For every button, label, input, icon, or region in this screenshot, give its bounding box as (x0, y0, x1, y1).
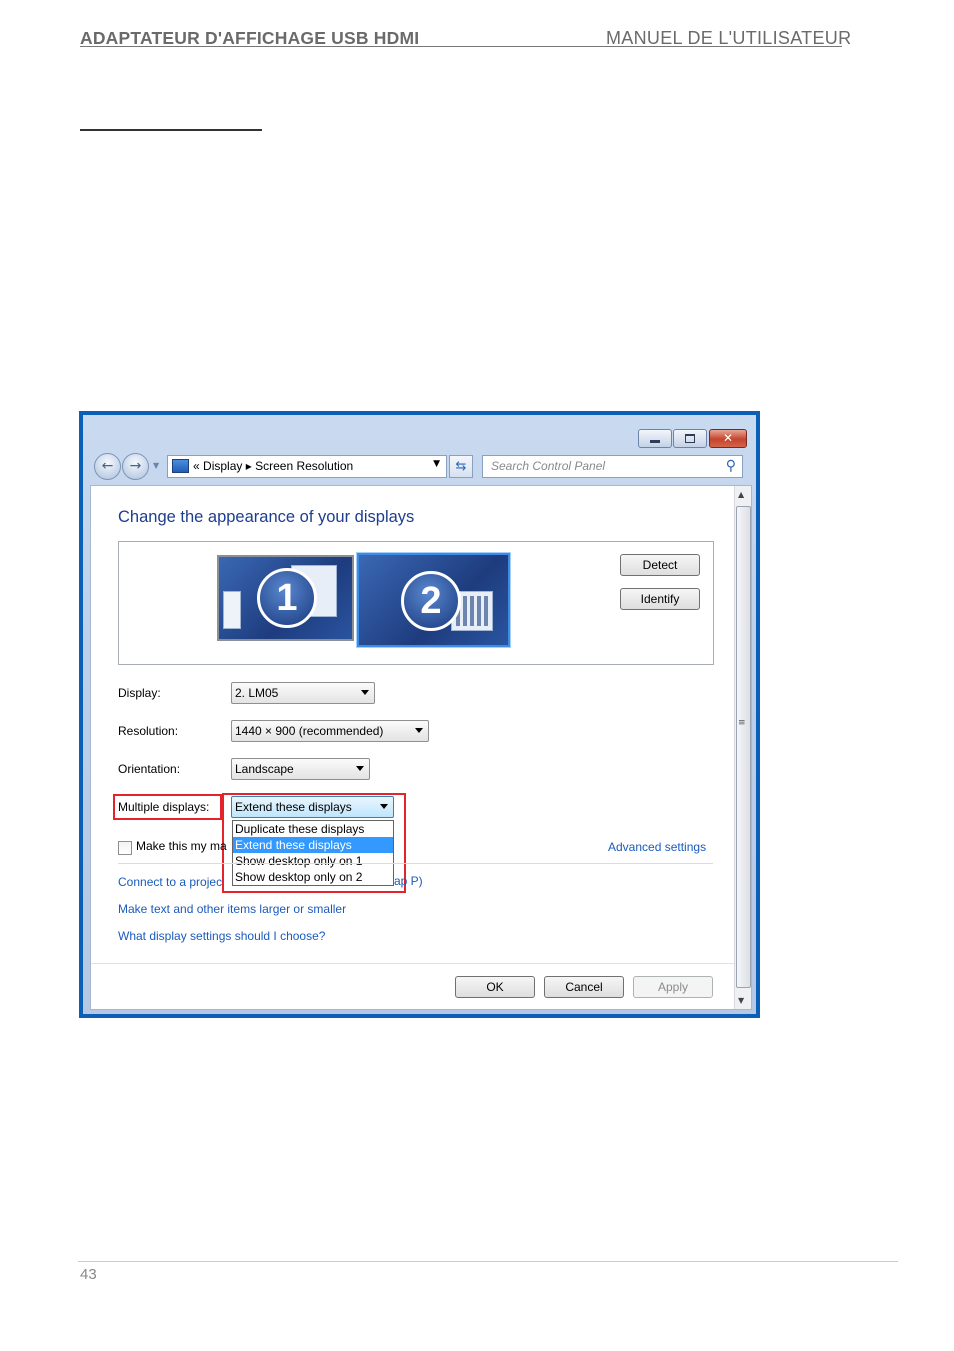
header-rule (80, 46, 842, 47)
scroll-up-icon[interactable]: ▲ (738, 490, 744, 499)
mini-window-icon (223, 591, 241, 629)
close-icon: ✕ (722, 431, 734, 445)
main-display-checkbox[interactable] (118, 841, 132, 855)
minimize-button[interactable] (638, 429, 672, 448)
resolution-select-value: 1440 × 900 (recommended) (235, 724, 384, 738)
advanced-settings-link[interactable]: Advanced settings (608, 840, 706, 854)
monitor-2-thumbnail[interactable]: 2 (357, 553, 510, 647)
address-dropdown-icon[interactable]: ▼ (433, 459, 440, 469)
display-label: Display: (118, 686, 161, 700)
section-divider (118, 863, 713, 864)
multiple-displays-label: Multiple displays: (118, 800, 210, 814)
monitor-1-thumbnail[interactable]: 1 (217, 555, 354, 641)
monitor-arrangement: 1 2 Detect Identify (118, 541, 714, 665)
page-title: Change the appearance of your displays (118, 508, 415, 526)
chevron-down-icon (415, 728, 423, 733)
search-input[interactable]: Search Control Panel (491, 459, 605, 473)
footer-rule (78, 1261, 898, 1262)
chevron-down-icon (361, 690, 369, 695)
back-button[interactable]: ← (94, 453, 121, 480)
footer-divider (91, 963, 734, 964)
projector-link[interactable]: Connect to a projec (118, 875, 222, 889)
monitor-1-number: 1 (257, 568, 317, 628)
recent-pages-dropdown-icon[interactable]: ▼ (153, 461, 159, 470)
orientation-select[interactable]: Landscape (231, 758, 370, 780)
maximize-button[interactable] (673, 429, 707, 448)
dropdown-highlight (222, 793, 406, 893)
identify-button[interactable]: Identify (620, 588, 700, 610)
scroll-thumb[interactable] (736, 506, 751, 988)
breadcrumb: « Display ▸ Screen Resolution (193, 459, 353, 473)
screen-resolution-window: ✕ ← → ▼ « Display ▸ Screen Resolution ▼ … (79, 411, 760, 1018)
search-icon[interactable]: ⚲ (726, 458, 736, 474)
vertical-scrollbar[interactable]: ▲ ≡ ▼ (734, 486, 751, 1009)
chevron-down-icon (356, 766, 364, 771)
display-select[interactable]: 2. LM05 (231, 682, 375, 704)
detect-button[interactable]: Detect (620, 554, 700, 576)
monitor-2-number: 2 (401, 571, 461, 631)
breadcrumb-display[interactable]: Display (203, 459, 242, 473)
address-bar[interactable]: « Display ▸ Screen Resolution ▼ (167, 455, 447, 478)
search-box[interactable]: Search Control Panel ⚲ (482, 455, 743, 478)
orientation-select-value: Landscape (235, 762, 294, 776)
scroll-grip-icon: ≡ (738, 718, 746, 728)
forward-button[interactable]: → (122, 453, 149, 480)
content-pane: ▲ ≡ ▼ Change the appearance of your disp… (90, 485, 752, 1010)
back-arrow-icon: ← (101, 458, 114, 474)
close-button[interactable]: ✕ (709, 429, 747, 448)
ok-button[interactable]: OK (455, 976, 535, 998)
orientation-label: Orientation: (118, 762, 181, 776)
resolution-select[interactable]: 1440 × 900 (recommended) (231, 720, 429, 742)
section-rule (80, 129, 262, 131)
main-display-label: Make this my ma (136, 839, 227, 853)
breadcrumb-prefix[interactable]: « (193, 459, 200, 473)
display-select-value: 2. LM05 (235, 686, 279, 700)
projector-link-tail[interactable]: ap P) (394, 874, 423, 888)
page-number: 43 (80, 1266, 97, 1283)
refresh-icon: ⇆ (455, 459, 467, 474)
text-size-link[interactable]: Make text and other items larger or smal… (118, 902, 346, 916)
refresh-button[interactable]: ⇆ (449, 455, 473, 478)
forward-arrow-icon: → (129, 458, 142, 474)
cancel-button[interactable]: Cancel (544, 976, 624, 998)
resolution-label: Resolution: (118, 724, 179, 738)
window-chrome: ✕ ← → ▼ « Display ▸ Screen Resolution ▼ … (83, 415, 756, 1014)
scroll-down-icon[interactable]: ▼ (738, 996, 744, 1005)
breadcrumb-screen-resolution[interactable]: Screen Resolution (255, 459, 353, 473)
apply-button[interactable]: Apply (633, 976, 713, 998)
help-link[interactable]: What display settings should I choose? (118, 929, 325, 943)
breadcrumb-separator-icon: ▸ (245, 459, 252, 473)
control-panel-icon (172, 459, 189, 473)
